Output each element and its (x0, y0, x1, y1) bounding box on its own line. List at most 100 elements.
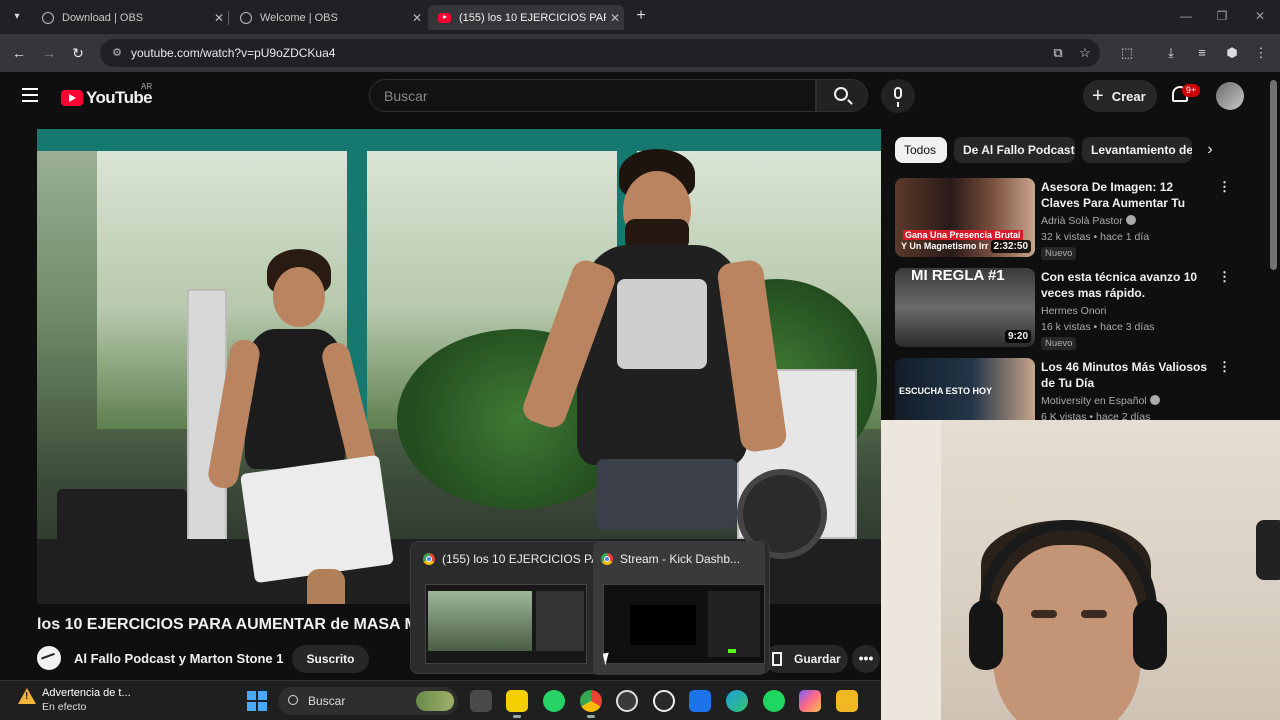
menu-hamburger-icon[interactable] (22, 88, 38, 102)
extensions-icon[interactable]: ⬚ (1118, 44, 1136, 62)
verified-icon (1125, 215, 1136, 225)
notification-badge: 9+ (1182, 84, 1200, 97)
tab-search-dropdown-icon[interactable]: ▾ (8, 8, 26, 26)
browser-tab-bar: ▾ Download | OBS ✕ Welcome | OBS ✕ (155)… (0, 0, 1280, 34)
browser-tab-active[interactable]: (155) los 10 EJERCICIOS PARA A ✕ (428, 5, 624, 30)
recommendation-item[interactable]: Gana Una Presencia Brutal Y Un Magnetism… (895, 178, 1275, 262)
warning-subtitle: En efecto (42, 701, 87, 713)
maximize-icon[interactable]: ❐ (1212, 9, 1232, 23)
browser-menu-icon[interactable]: ⋮ (1252, 44, 1270, 62)
recommendation-title[interactable]: Con esta técnica avanzo 10 veces mas ráp… (1041, 269, 1213, 301)
youtube-icon (438, 12, 451, 23)
recommendation-item[interactable]: MI REGLA #1 9:20 Con esta técnica avanzo… (895, 268, 1275, 352)
close-tab-icon[interactable]: ✕ (210, 11, 228, 25)
wall-panel (881, 420, 941, 720)
recommendation-item[interactable]: ESCUCHA ESTO HOY Los 46 Minutos Más Vali… (895, 358, 1275, 420)
search-input[interactable]: Buscar (369, 79, 816, 112)
mail-icon[interactable] (689, 690, 711, 712)
preview-chat (708, 591, 760, 657)
address-bar[interactable]: ⚙ youtube.com/watch?v=pU9oZDCKua4 ⧉ ☆ (100, 39, 1100, 67)
site-info-icon[interactable]: ⚙ (110, 46, 124, 60)
globe-icon (240, 11, 252, 24)
voice-search-button[interactable] (881, 79, 915, 113)
bookmark-icon (772, 652, 782, 666)
window-frame (37, 129, 881, 151)
close-window-icon[interactable]: ✕ (1250, 9, 1270, 23)
taskbar-window-preview: (155) los 10 EJERCICIOS PA... Stream - K… (410, 541, 770, 675)
preview-window-youtube[interactable]: (155) los 10 EJERCICIOS PA... (415, 542, 609, 675)
search-button[interactable] (816, 79, 868, 112)
obs-icon[interactable] (616, 690, 638, 712)
whatsapp-icon[interactable] (543, 690, 565, 712)
more-options-icon[interactable]: ⋮ (1218, 360, 1231, 374)
chip-todos[interactable]: Todos (895, 137, 947, 163)
channel-name[interactable]: Al Fallo Podcast y Marton Stone 1 (74, 651, 283, 666)
back-icon[interactable]: ← (10, 44, 28, 62)
channel-label: Motiversity en Español (1041, 395, 1147, 407)
more-options-icon[interactable]: ⋮ (1218, 270, 1231, 284)
country-code: AR (141, 82, 153, 91)
warning-title[interactable]: Advertencia de t... (42, 687, 131, 699)
task-view-icon[interactable] (470, 690, 492, 712)
file-explorer-icon[interactable] (836, 690, 858, 712)
forward-icon[interactable]: → (40, 44, 58, 62)
spotify-icon[interactable] (763, 690, 785, 712)
downloads-icon[interactable]: ⤓ (1162, 44, 1180, 62)
recommendation-meta: 6 K vistas • hace 2 días (1041, 411, 1151, 420)
copilot-icon[interactable] (799, 690, 821, 712)
taskbar-search[interactable]: Buscar (278, 687, 458, 715)
thumbnail-text: Gana Una Presencia Brutal (903, 230, 1023, 240)
account-avatar[interactable] (1216, 82, 1244, 110)
close-tab-icon[interactable]: ✕ (408, 11, 426, 25)
install-app-icon[interactable]: ⧉ (1050, 46, 1066, 60)
video-thumbnail[interactable]: ESCUCHA ESTO HOY (895, 358, 1035, 420)
app-m-icon[interactable] (506, 690, 528, 718)
browser-tab[interactable]: Download | OBS ✕ (32, 5, 228, 30)
media-controls-icon[interactable]: ≡ (1193, 44, 1211, 62)
chrome-icon[interactable] (580, 690, 602, 718)
url-text: youtube.com/watch?v=pU9oZDCKua4 (131, 46, 336, 60)
preview-window-kick[interactable]: Stream - Kick Dashb... (593, 542, 765, 675)
create-button[interactable]: + Crear (1083, 80, 1157, 112)
youtube-logo[interactable]: YouTube AR (61, 82, 153, 108)
channel-label: Adrià Solà Pastor (1041, 215, 1123, 227)
video-thumbnail[interactable]: Gana Una Presencia Brutal Y Un Magnetism… (895, 178, 1035, 257)
bookmark-star-icon[interactable]: ☆ (1077, 46, 1093, 60)
white-shorts (240, 454, 394, 584)
recommendation-title[interactable]: Asesora De Imagen: 12 Claves Para Aument… (1041, 179, 1213, 213)
save-button[interactable]: Guardar (764, 645, 848, 673)
start-windows-icon[interactable] (247, 691, 267, 711)
warning-icon[interactable] (18, 688, 36, 704)
reload-icon[interactable]: ↻ (69, 44, 87, 62)
new-tab-button[interactable]: + (632, 8, 650, 26)
video-duration: 2:32:50 (990, 240, 1031, 253)
video-player[interactable] (37, 129, 881, 604)
chatgpt-icon[interactable] (653, 690, 675, 712)
profile-extension-icon[interactable]: ⬢ (1223, 44, 1241, 62)
chevron-right-icon[interactable]: › (1202, 141, 1218, 159)
edge-icon[interactable] (726, 690, 748, 712)
preview-sidebar (536, 591, 584, 651)
chrome-icon (601, 553, 613, 565)
thumbnail-text: MI REGLA #1 (911, 268, 1005, 284)
search-icon (288, 695, 298, 705)
leg (307, 569, 345, 604)
headphone-cup (1133, 600, 1167, 670)
recommendation-channel: Adrià Solà Pastor (1041, 215, 1136, 227)
page-scrollbar[interactable] (1270, 80, 1277, 270)
video-thumbnail[interactable]: MI REGLA #1 9:20 (895, 268, 1035, 347)
more-actions-button[interactable]: ••• (852, 645, 880, 673)
youtube-logo-text: YouTube (86, 88, 153, 107)
chip-topic[interactable]: Levantamiento de (1082, 137, 1192, 163)
recommendation-title[interactable]: Los 46 Minutos Más Valiosos de Tu Día (1041, 359, 1213, 391)
preview-video (428, 591, 532, 651)
eye (1031, 610, 1057, 618)
close-tab-icon[interactable]: ✕ (606, 11, 624, 25)
more-options-icon[interactable]: ⋮ (1218, 180, 1231, 194)
chip-channel[interactable]: De Al Fallo Podcast (954, 137, 1075, 163)
channel-avatar[interactable] (37, 646, 61, 670)
subscribed-button[interactable]: Suscrito (292, 645, 369, 673)
minimize-icon[interactable]: — (1176, 9, 1196, 23)
browser-tab[interactable]: Welcome | OBS ✕ (230, 5, 426, 30)
windows-taskbar: Advertencia de t... En efecto Buscar (0, 680, 881, 720)
